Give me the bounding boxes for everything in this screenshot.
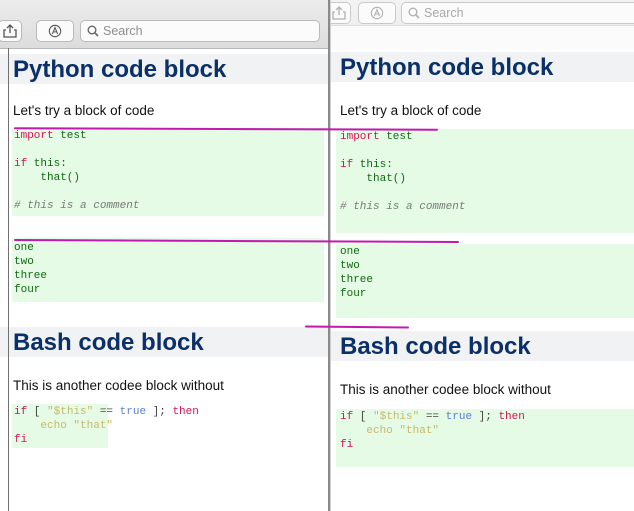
code-line-3: if this: <box>14 158 67 170</box>
python-code-block: import test if this: that() # this is a … <box>12 128 324 216</box>
list-item: four <box>14 284 41 296</box>
share-button[interactable] <box>331 2 351 24</box>
bash-line-1: if [ "$this" == true ]; then <box>340 411 525 423</box>
reader-icon <box>370 6 384 20</box>
reader-mode-button[interactable] <box>358 2 396 24</box>
code-line-1: import test <box>14 130 87 142</box>
list-item: one <box>340 246 360 258</box>
list-item: three <box>340 274 374 286</box>
share-icon <box>3 24 17 38</box>
document-content: Python code block Let's try a block of c… <box>0 49 328 511</box>
bash-intro: This is another codee block without <box>13 378 224 393</box>
share-button[interactable] <box>0 20 22 42</box>
list-item: two <box>14 256 34 268</box>
search-placeholder: Search <box>424 6 464 20</box>
code-line-4: that() <box>14 172 81 184</box>
bash-line-2: echo "that" <box>340 425 440 437</box>
right-browser-window: Search Python code block Let's try a blo… <box>330 0 634 511</box>
search-field[interactable]: Search <box>80 20 320 42</box>
bash-code-block: if [ "$this" == true ]; then echo "that"… <box>12 404 199 448</box>
list-code-block: one two three four <box>336 244 634 318</box>
python-intro: Let's try a block of code <box>340 103 482 118</box>
python-code-block: import test if this: that() # this is a … <box>336 129 634 233</box>
toolbar: Search <box>331 0 634 26</box>
list-item: four <box>340 288 367 300</box>
bash-line-1: if [ "$this" == true ]; then <box>14 406 199 418</box>
share-icon <box>332 6 346 20</box>
code-comment: # this is a comment <box>340 201 466 213</box>
bash-heading: Bash code block <box>340 333 531 360</box>
python-heading-bar: Python code block <box>0 54 328 84</box>
left-browser-window: Search Python code block Let's try a blo… <box>0 0 330 511</box>
bash-heading-bar: Bash code block <box>331 331 634 361</box>
toolbar: Search <box>0 0 328 49</box>
python-heading: Python code block <box>13 56 227 83</box>
search-placeholder: Search <box>103 24 143 38</box>
code-line-1: import test <box>340 131 413 143</box>
bash-intro: This is another codee block without <box>340 382 551 397</box>
list-code-block: one two three four <box>12 238 324 302</box>
list-item: three <box>14 270 48 282</box>
bash-line-2: echo "that" <box>14 420 114 432</box>
bash-code-block: if [ "$this" == true ]; then echo "that"… <box>336 409 634 467</box>
list-item: one <box>14 242 34 254</box>
bash-heading: Bash code block <box>13 329 204 356</box>
list-item: two <box>340 260 360 272</box>
python-heading: Python code block <box>340 54 554 81</box>
code-line-4: that() <box>340 173 407 185</box>
code-line-3: if this: <box>340 159 393 171</box>
python-intro: Let's try a block of code <box>13 103 155 118</box>
reader-icon <box>48 24 62 38</box>
bash-line-3: fi <box>14 434 28 446</box>
page-edge-divider <box>8 48 9 511</box>
reader-mode-button[interactable] <box>36 20 74 42</box>
bash-line-3: fi <box>340 439 354 451</box>
bash-heading-bar: Bash code block <box>0 327 328 357</box>
python-heading-bar: Python code block <box>331 52 634 82</box>
search-icon <box>87 25 99 37</box>
search-field[interactable]: Search <box>401 2 634 24</box>
code-comment: # this is a comment <box>14 200 140 212</box>
search-icon <box>408 7 420 19</box>
document-content: Python code block Let's try a block of c… <box>331 49 634 511</box>
